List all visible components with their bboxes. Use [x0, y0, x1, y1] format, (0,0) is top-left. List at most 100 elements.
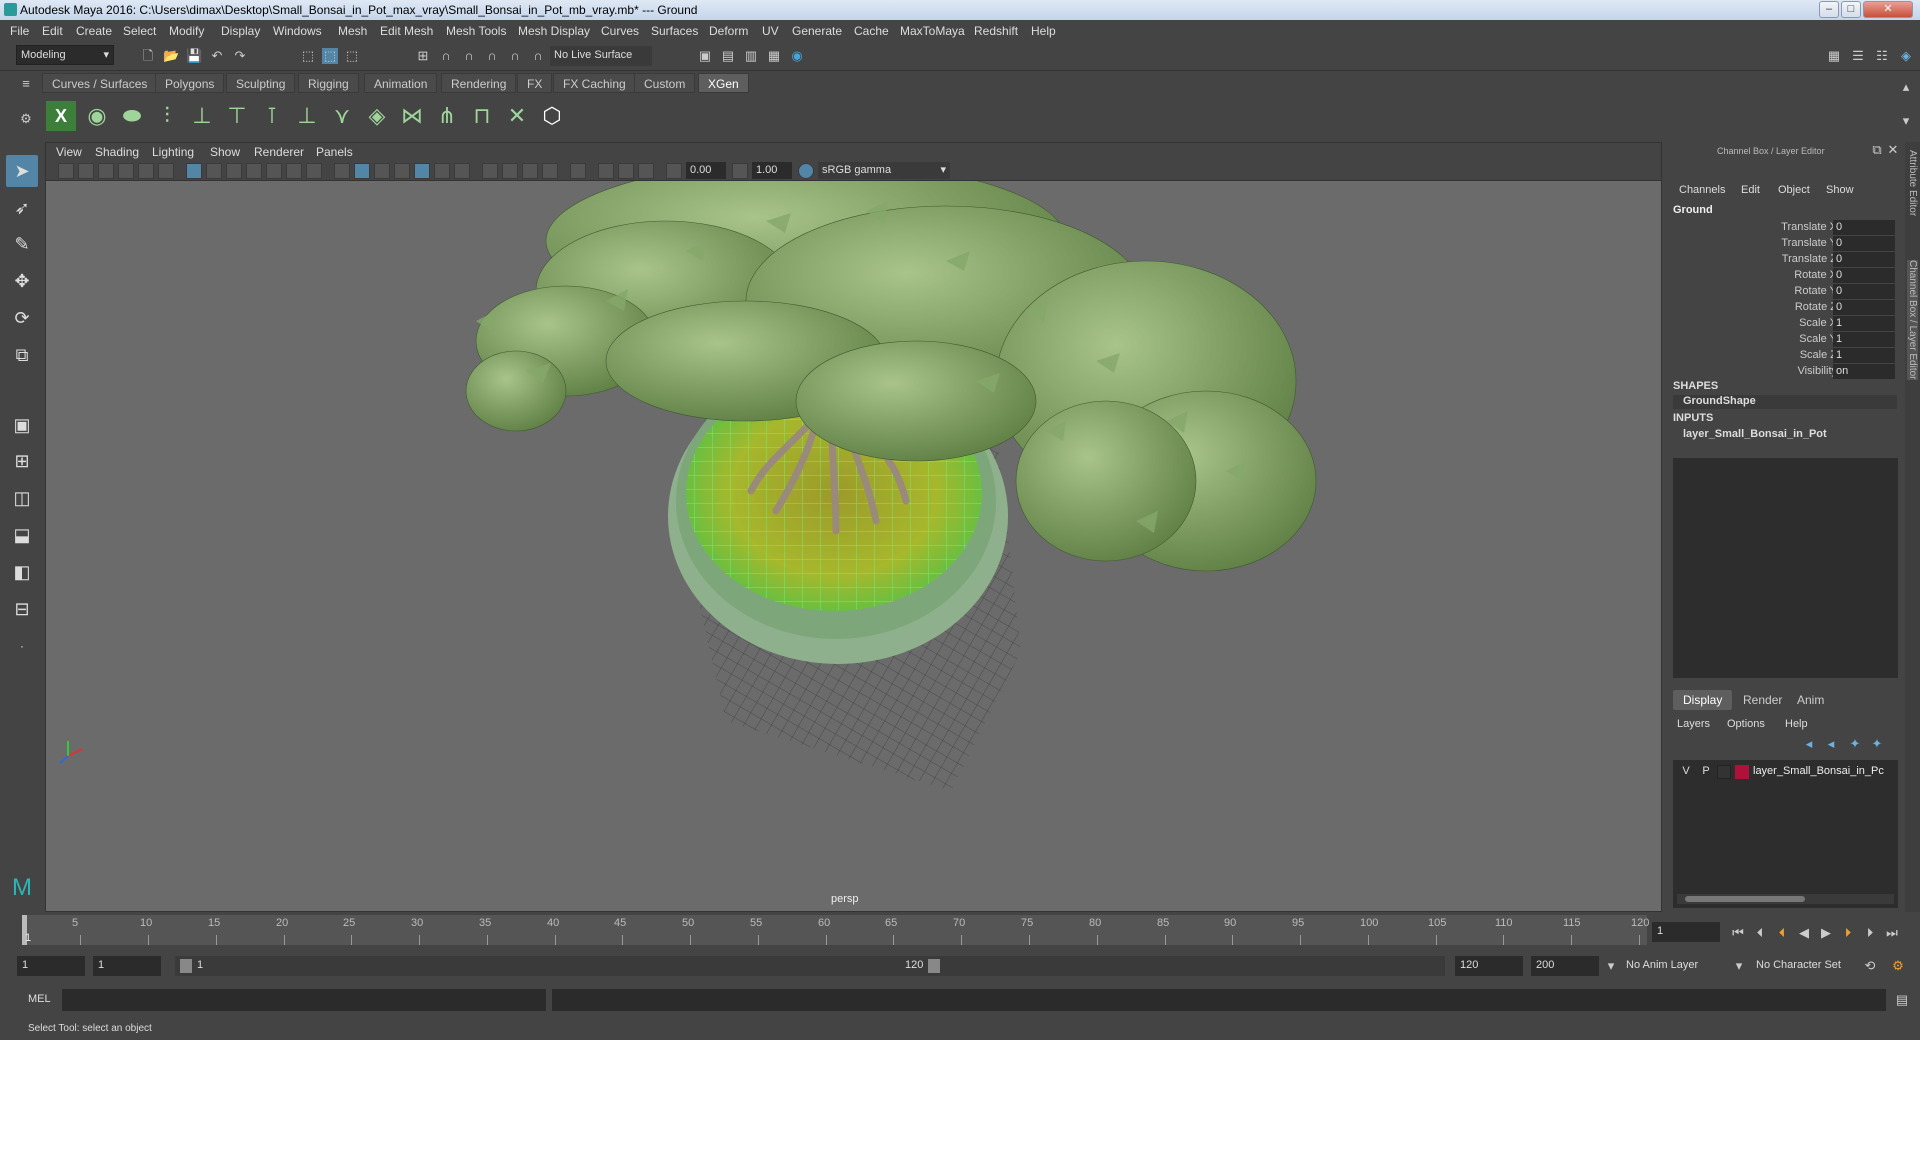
- go-to-start-icon[interactable]: ⏮: [1730, 925, 1746, 941]
- close-button[interactable]: ✕: [1863, 1, 1913, 18]
- maximize-button[interactable]: □: [1841, 1, 1861, 18]
- xgen-bend-guide-icon[interactable]: ⋎: [327, 101, 357, 131]
- menu-maxtomaya[interactable]: MaxToMaya: [900, 24, 965, 38]
- safe-title-icon[interactable]: [306, 163, 322, 179]
- tab-display[interactable]: Display: [1673, 690, 1733, 710]
- float-panel-icon[interactable]: ⧉: [1869, 142, 1885, 158]
- layout-channelbox-icon[interactable]: ◈: [1898, 48, 1914, 64]
- ipr-render-icon[interactable]: ▥: [743, 48, 759, 64]
- tab-custom[interactable]: Custom: [634, 73, 696, 93]
- xgen-preview-icon[interactable]: ◉: [82, 101, 112, 131]
- tab-animation[interactable]: Animation: [364, 73, 438, 93]
- select-component-icon[interactable]: ⬚: [344, 48, 360, 64]
- input-node-item[interactable]: layer_Small_Bonsai_in_Pot: [1683, 428, 1827, 440]
- color-management-icon[interactable]: [798, 163, 814, 179]
- tab-rendering[interactable]: Rendering: [441, 73, 517, 93]
- bookmark-icon[interactable]: [98, 163, 114, 179]
- menu-mesh-tools[interactable]: Mesh Tools: [446, 24, 506, 38]
- channel-value[interactable]: 1: [1833, 316, 1895, 331]
- use-all-lights-icon[interactable]: [434, 163, 450, 179]
- chevron-down-icon[interactable]: ▾: [1731, 958, 1747, 974]
- image-plane-icon[interactable]: [118, 163, 134, 179]
- select-object-icon[interactable]: ⬚: [322, 48, 338, 64]
- camera-select-icon[interactable]: [58, 163, 74, 179]
- menu-edit[interactable]: Edit: [42, 24, 63, 38]
- range-start-handle[interactable]: [180, 959, 192, 973]
- scrollbar-thumb[interactable]: [1685, 896, 1805, 902]
- depth-of-field-icon[interactable]: [542, 163, 558, 179]
- exposure-icon[interactable]: [666, 163, 682, 179]
- xray-components-icon[interactable]: [638, 163, 654, 179]
- character-set-dropdown[interactable]: No Character Set: [1751, 956, 1863, 976]
- command-language-label[interactable]: MEL: [28, 993, 51, 1005]
- side-by-side-icon[interactable]: ◫: [6, 482, 38, 514]
- hypershade-icon[interactable]: ◉: [789, 48, 805, 64]
- layer-visibility-toggle[interactable]: V: [1679, 765, 1693, 777]
- playback-end-field[interactable]: 120: [1455, 956, 1523, 976]
- menu-select[interactable]: Select: [123, 24, 156, 38]
- xgen-comb-icon[interactable]: ⋔: [432, 101, 462, 131]
- menu-mesh[interactable]: Mesh: [338, 24, 367, 38]
- select-tool-icon[interactable]: ➤: [6, 155, 38, 187]
- channel-row[interactable]: Scale Y1: [1665, 332, 1895, 348]
- xgen-hex-icon[interactable]: ⬡: [537, 101, 567, 131]
- channel-row[interactable]: Translate Z0: [1665, 252, 1895, 268]
- wireframe-icon[interactable]: [334, 163, 350, 179]
- vp-menu-show[interactable]: Show: [210, 145, 240, 159]
- menu-windows[interactable]: Windows: [273, 24, 322, 38]
- play-forward-icon[interactable]: ▶: [1818, 925, 1834, 941]
- command-input[interactable]: [62, 989, 546, 1011]
- move-tool-icon[interactable]: ✥: [6, 265, 38, 297]
- persp-graph-icon[interactable]: ⊟: [6, 593, 38, 625]
- open-scene-icon[interactable]: 📂: [163, 48, 179, 64]
- new-layer-selected-icon[interactable]: ✦: [1869, 736, 1885, 752]
- persp-outliner-icon[interactable]: ◧: [6, 556, 38, 588]
- animation-end-field[interactable]: 200: [1531, 956, 1599, 976]
- snap-view-icon[interactable]: ∩: [484, 48, 500, 64]
- shelf-scroll-down-icon[interactable]: ▾: [1898, 113, 1914, 129]
- attribute-editor-tab[interactable]: Attribute Editor: [1907, 150, 1918, 216]
- layer-menu-help[interactable]: Help: [1785, 718, 1808, 730]
- tab-polygons[interactable]: Polygons: [155, 73, 225, 93]
- menu-cache[interactable]: Cache: [854, 24, 889, 38]
- xgen-layers-icon[interactable]: ◈: [362, 101, 392, 131]
- live-surface-field[interactable]: No Live Surface: [550, 46, 652, 66]
- wireframe-on-shaded-icon[interactable]: [394, 163, 410, 179]
- vp-menu-shading[interactable]: Shading: [95, 145, 139, 159]
- multisample-aa-icon[interactable]: [522, 163, 538, 179]
- tab-anim[interactable]: Anim: [1787, 690, 1834, 710]
- viewport-scene[interactable]: [46, 160, 1661, 911]
- xgen-lock-guide-icon[interactable]: ⊥: [292, 101, 322, 131]
- resolution-gate-icon[interactable]: [226, 163, 242, 179]
- channel-row[interactable]: Translate X0: [1665, 220, 1895, 236]
- shelf-settings-icon[interactable]: ⚙: [18, 111, 34, 127]
- snap-surface-icon[interactable]: ∩: [507, 48, 523, 64]
- xgen-cut-icon[interactable]: ⋈: [397, 101, 427, 131]
- channel-value[interactable]: 0: [1833, 268, 1895, 283]
- range-slider-extension[interactable]: [945, 956, 1445, 976]
- move-layer-down-icon[interactable]: ◂: [1823, 736, 1839, 752]
- channel-row[interactable]: Rotate Y0: [1665, 284, 1895, 300]
- gate-mask-icon[interactable]: [246, 163, 262, 179]
- film-gate-icon[interactable]: [206, 163, 222, 179]
- animation-preferences-icon[interactable]: ⚙: [1890, 958, 1906, 974]
- channel-row[interactable]: Scale Z1: [1665, 348, 1895, 364]
- menu-surfaces[interactable]: Surfaces: [651, 24, 698, 38]
- screen-space-ao-icon[interactable]: [482, 163, 498, 179]
- render-view-icon[interactable]: ▣: [697, 48, 713, 64]
- shelf-scroll-up-icon[interactable]: ▴: [1898, 79, 1914, 95]
- menu-file[interactable]: File: [10, 24, 29, 38]
- xgen-groom-icon[interactable]: ⫶: [152, 101, 182, 131]
- menu-generate[interactable]: Generate: [792, 24, 842, 38]
- camera-attributes-icon[interactable]: [78, 163, 94, 179]
- paint-select-icon[interactable]: ✎: [6, 228, 38, 260]
- tab-rigging[interactable]: Rigging: [298, 73, 359, 93]
- grease-pencil-icon[interactable]: [158, 163, 174, 179]
- play-backward-icon[interactable]: ◀: [1796, 925, 1812, 941]
- menu-modify[interactable]: Modify: [169, 24, 204, 38]
- vp-menu-lighting[interactable]: Lighting: [152, 145, 194, 159]
- channel-value[interactable]: 0: [1833, 284, 1895, 299]
- motion-blur-icon[interactable]: [502, 163, 518, 179]
- layer-name[interactable]: layer_Small_Bonsai_in_Pc: [1753, 765, 1898, 777]
- anim-layer-dropdown[interactable]: No Anim Layer: [1621, 956, 1729, 976]
